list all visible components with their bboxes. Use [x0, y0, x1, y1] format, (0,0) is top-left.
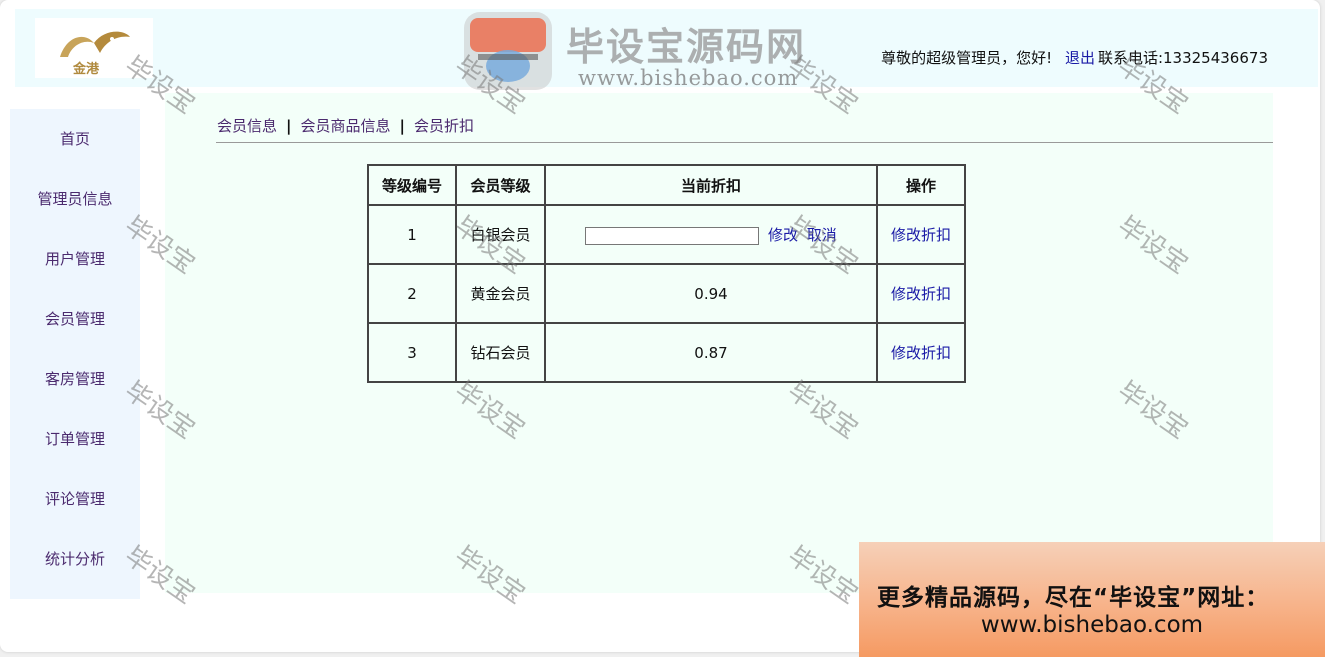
- col-header-level-id: 等级编号: [367, 164, 457, 206]
- table-row: 2 黄金会员 0.94 修改折扣: [367, 263, 966, 324]
- cell-action: 修改折扣: [876, 204, 966, 265]
- table-header-row: 等级编号 会员等级 当前折扣 操作: [367, 164, 966, 206]
- modify-discount-link[interactable]: 修改折扣: [891, 285, 951, 303]
- logout-link[interactable]: 退出: [1065, 49, 1095, 67]
- cell-discount: 0.94: [544, 263, 878, 324]
- cancel-edit-link[interactable]: 取消: [807, 226, 837, 244]
- sidebar-item-home[interactable]: 首页: [10, 127, 140, 151]
- sidebar-item-members[interactable]: 会员管理: [10, 307, 140, 331]
- cell-member-level: 黄金会员: [455, 263, 546, 324]
- sidebar-item-rooms[interactable]: 客房管理: [10, 367, 140, 391]
- modify-discount-link[interactable]: 修改折扣: [891, 344, 951, 362]
- banner-url[interactable]: www.bishebao.com: [859, 612, 1325, 638]
- header: 金港 尊敬的超级管理员，您好! 退出 联系电话:13325436673: [15, 9, 1318, 87]
- sidebar-item-admin-info[interactable]: 管理员信息: [10, 187, 140, 211]
- table-row: 1 白银会员 修改 取消 修改折扣: [367, 204, 966, 265]
- sidebar-item-statistics[interactable]: 统计分析: [10, 547, 140, 571]
- sidebar-nav: 首页 管理员信息 用户管理 会员管理 客房管理 订单管理 评论管理 统计分析: [10, 109, 140, 599]
- confirm-edit-link[interactable]: 修改: [768, 226, 798, 244]
- breadcrumb-separator: |: [286, 117, 292, 135]
- breadcrumb-member-goods[interactable]: 会员商品信息: [301, 117, 391, 135]
- breadcrumb: 会员信息 | 会员商品信息 | 会员折扣: [217, 115, 474, 136]
- main-content: 会员信息 | 会员商品信息 | 会员折扣 等级编号 会员等级 当前折扣 操作 1 白银会…: [165, 93, 1273, 593]
- cell-level-id: 1: [367, 204, 457, 265]
- logo: 金港: [35, 18, 153, 78]
- logo-text: 金港: [73, 62, 100, 77]
- user-bar: 尊敬的超级管理员，您好! 退出 联系电话:13325436673: [881, 47, 1268, 68]
- col-header-member-level: 会员等级: [455, 164, 546, 206]
- cell-action: 修改折扣: [876, 322, 966, 383]
- promo-banner: 更多精品源码，尽在“毕设宝”网址： www.bishebao.com: [859, 542, 1325, 657]
- cell-discount-edit: 修改 取消: [544, 204, 878, 265]
- contact-text: 联系电话:13325436673: [1097, 49, 1268, 67]
- banner-line-1: 更多精品源码，尽在“毕设宝”网址：: [877, 585, 1270, 611]
- cell-member-level: 白银会员: [455, 204, 546, 265]
- cell-member-level: 钻石会员: [455, 322, 546, 383]
- col-header-current-discount: 当前折扣: [544, 164, 878, 206]
- discount-table: 等级编号 会员等级 当前折扣 操作 1 白银会员 修改 取消 修改折扣 2 黄金…: [367, 164, 966, 383]
- divider: [216, 142, 1273, 143]
- greeting-text: 尊敬的超级管理员，您好!: [881, 49, 1053, 67]
- breadcrumb-separator: |: [399, 117, 405, 135]
- breadcrumb-member-info[interactable]: 会员信息: [217, 117, 277, 135]
- table-row: 3 钻石会员 0.87 修改折扣: [367, 322, 966, 383]
- cell-discount: 0.87: [544, 322, 878, 383]
- sidebar-item-users[interactable]: 用户管理: [10, 247, 140, 271]
- breadcrumb-member-discount[interactable]: 会员折扣: [414, 117, 474, 135]
- discount-input[interactable]: [585, 226, 760, 245]
- cell-action: 修改折扣: [876, 263, 966, 324]
- sidebar-item-orders[interactable]: 订单管理: [10, 427, 140, 451]
- cell-level-id: 2: [367, 263, 457, 324]
- modify-discount-link[interactable]: 修改折扣: [891, 226, 951, 244]
- col-header-action: 操作: [876, 164, 966, 206]
- sidebar-item-comments[interactable]: 评论管理: [10, 487, 140, 511]
- cell-level-id: 3: [367, 322, 457, 383]
